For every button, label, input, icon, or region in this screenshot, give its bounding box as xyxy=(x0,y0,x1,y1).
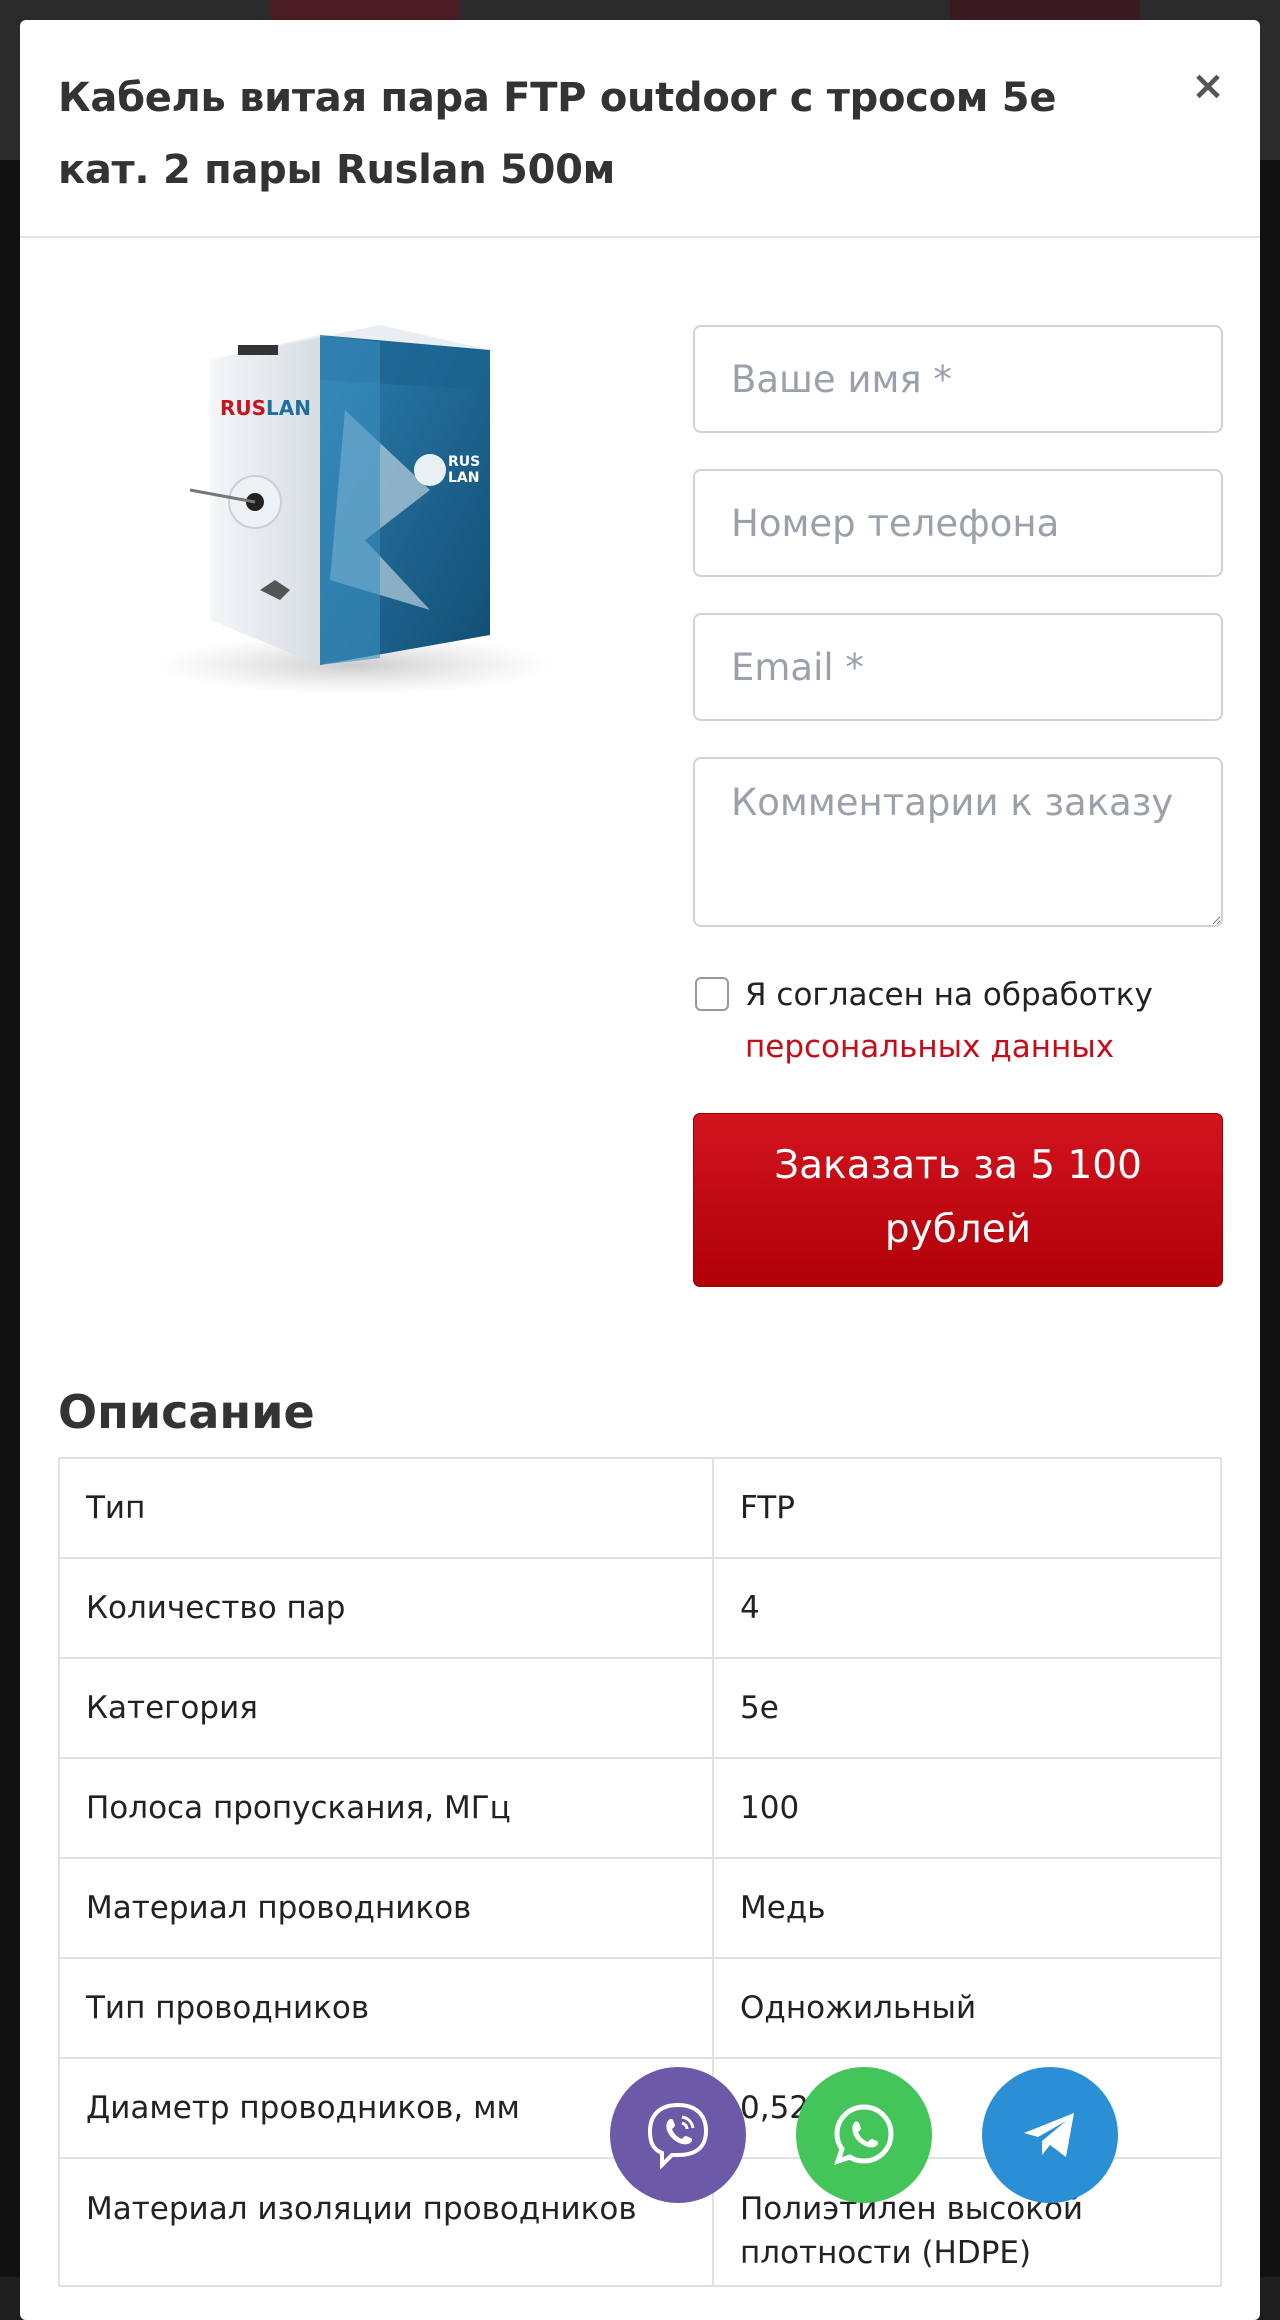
table-row: Количество пар 4 xyxy=(58,1557,1222,1659)
spec-value: Одножильный xyxy=(712,1957,1222,2059)
spec-value: Полиэтилен высокой плотности (HDPE) xyxy=(712,2157,1222,2287)
email-input[interactable] xyxy=(693,613,1223,721)
telegram-button[interactable] xyxy=(982,2067,1118,2203)
svg-text:RUS: RUS xyxy=(448,454,480,470)
background-decoration xyxy=(950,0,1140,20)
modal-header: Кабель витая пара FTP outdoor с тросом 5… xyxy=(20,20,1260,238)
table-row: Тип FTP xyxy=(58,1457,1222,1559)
whatsapp-icon xyxy=(834,2104,894,2165)
description-title: Описание xyxy=(58,1385,315,1439)
spec-value: 5e xyxy=(712,1657,1222,1759)
modal-title: Кабель витая пара FTP outdoor с тросом 5… xyxy=(58,75,1057,193)
comment-textarea[interactable] xyxy=(693,757,1223,927)
order-modal: Кабель витая пара FTP outdoor с тросом 5… xyxy=(20,20,1260,2320)
consent-row: Я согласен на обработку персональных дан… xyxy=(693,969,1223,1079)
spec-key: Тип xyxy=(58,1457,714,1559)
table-row: Материал проводников Медь xyxy=(58,1857,1222,1959)
consent-text: Я согласен на обработку xyxy=(745,977,1153,1013)
phone-input[interactable] xyxy=(693,469,1223,577)
close-button[interactable]: × xyxy=(1188,66,1228,106)
whatsapp-button[interactable] xyxy=(796,2067,932,2203)
telegram-icon xyxy=(1024,2113,1074,2157)
spec-key: Количество пар xyxy=(58,1557,714,1659)
viber-button[interactable] xyxy=(610,2067,746,2203)
consent-checkbox[interactable] xyxy=(695,977,729,1011)
spec-key: Материал проводников xyxy=(58,1857,714,1959)
spec-value: 4 xyxy=(712,1557,1222,1659)
spec-value: FTP xyxy=(712,1457,1222,1559)
spec-value: Медь xyxy=(712,1857,1222,1959)
viber-icon xyxy=(647,2102,709,2170)
cable-box-image: RUS LAN RUS LAN xyxy=(155,325,555,695)
svg-text:RUS: RUS xyxy=(220,396,266,420)
table-row: Полоса пропускания, МГц 100 xyxy=(58,1757,1222,1859)
spec-key: Материал изоляции проводников xyxy=(58,2157,714,2287)
spec-key: Категория xyxy=(58,1657,714,1759)
personal-data-link[interactable]: персональных данных xyxy=(745,1029,1114,1065)
svg-text:LAN: LAN xyxy=(266,396,311,420)
spec-key: Полоса пропускания, МГц xyxy=(58,1757,714,1859)
order-button[interactable]: Заказать за 5 100 рублей xyxy=(693,1113,1223,1287)
svg-text:LAN: LAN xyxy=(448,470,479,486)
order-form: Я согласен на обработку персональных дан… xyxy=(693,325,1223,1287)
table-row: Тип проводников Одножильный xyxy=(58,1957,1222,2059)
spec-value: 100 xyxy=(712,1757,1222,1859)
spec-key: Тип проводников xyxy=(58,1957,714,2059)
consent-label: Я согласен на обработку персональных дан… xyxy=(745,969,1215,1073)
background-decoration xyxy=(270,0,460,20)
name-input[interactable] xyxy=(693,325,1223,433)
spec-value: 0,52 xyxy=(712,2057,1222,2159)
table-row: Категория 5e xyxy=(58,1657,1222,1759)
